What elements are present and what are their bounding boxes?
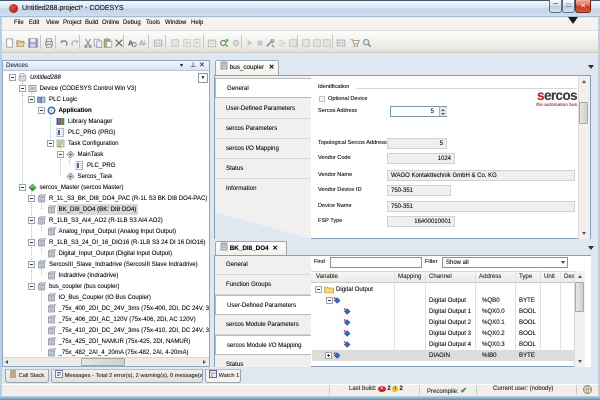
svg-text:A: A	[139, 39, 145, 48]
